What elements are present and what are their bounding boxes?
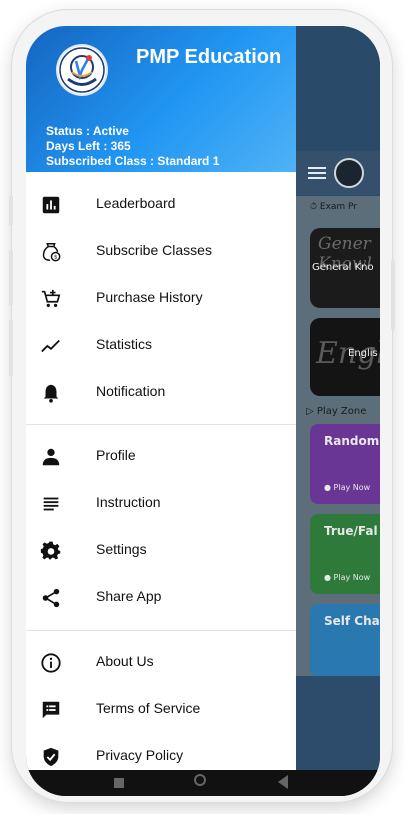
lines-icon xyxy=(43,497,59,511)
exam-prep-heading: ⏱ Exam Pr xyxy=(310,202,358,212)
play-now-link[interactable]: ● Play Now xyxy=(324,573,370,582)
play-card[interactable]: Random ● Play Now xyxy=(310,424,380,504)
device-screen: ⏱ Exam Pr Gener Knowl General Kno Engl E… xyxy=(26,26,380,796)
menu-label: Terms of Service xyxy=(96,700,201,716)
menu-item-profile[interactable]: Profile xyxy=(26,435,296,479)
volume-button xyxy=(9,250,13,306)
play-card-title: True/Fal xyxy=(324,524,378,538)
menu-label: Statistics xyxy=(96,336,153,352)
days-left-line: Days Left : 365 xyxy=(46,139,131,153)
power-button xyxy=(391,260,395,330)
menu-label: Share App xyxy=(96,588,162,604)
english-card[interactable]: Engl Englis xyxy=(310,318,380,396)
menu-label: About Us xyxy=(96,653,154,669)
play-card-title: Self Cha xyxy=(324,614,380,628)
message-list-icon xyxy=(42,701,60,719)
card-title: Englis xyxy=(348,348,378,359)
menu-item-leaderboard[interactable]: Leaderboard xyxy=(26,183,296,227)
person-icon xyxy=(42,448,60,466)
menu-icon[interactable] xyxy=(308,167,326,179)
general-knowledge-card[interactable]: Gener Knowl General Kno xyxy=(310,228,380,308)
bell-icon xyxy=(43,384,59,403)
menu-item-settings[interactable]: Settings xyxy=(26,529,296,573)
menu-label: Settings xyxy=(96,541,147,557)
menu-item-terms-of-service[interactable]: Terms of Service xyxy=(26,688,296,732)
menu-label: Leaderboard xyxy=(96,195,176,211)
share-icon xyxy=(42,588,60,608)
menu-item-about-us[interactable]: About Us xyxy=(26,641,296,685)
menu-divider xyxy=(26,424,296,425)
menu-item-subscribe-classes[interactable]: $ Subscribe Classes xyxy=(26,230,296,274)
play-now-link[interactable]: ● Play Now xyxy=(324,483,370,492)
svg-text:$: $ xyxy=(54,255,58,261)
recents-button[interactable] xyxy=(114,778,124,788)
menu-label: Profile xyxy=(96,447,136,463)
logo-emblem-icon xyxy=(59,47,105,93)
card-title: General Kno xyxy=(312,262,374,273)
menu-item-purchase-history[interactable]: Purchase History xyxy=(26,277,296,321)
volume-button xyxy=(9,196,13,226)
menu-divider xyxy=(26,630,296,631)
status-line: Status : Active xyxy=(46,124,129,138)
brand-name: PMP Education xyxy=(136,46,282,68)
clock-icon: ⏱ xyxy=(310,202,318,212)
menu-item-instruction[interactable]: Instruction xyxy=(26,482,296,526)
menu-label: Instruction xyxy=(96,494,161,510)
subscribe-classes-icon: $ xyxy=(42,243,61,262)
volume-button xyxy=(9,320,13,376)
play-card[interactable]: Self Cha xyxy=(310,604,380,676)
subscription-status: Status : Active Days Left : 365 Subscrib… xyxy=(46,124,219,169)
menu-item-share-app[interactable]: Share App xyxy=(26,576,296,620)
system-navigation-bar xyxy=(26,770,380,796)
drawer-header: PMP Education Status : Active Days Left … xyxy=(26,26,296,172)
background-app: ⏱ Exam Pr Gener Knowl General Kno Engl E… xyxy=(296,26,380,796)
home-button[interactable] xyxy=(194,774,206,786)
info-icon xyxy=(41,653,61,673)
brand-logo xyxy=(58,46,106,94)
menu-label: Purchase History xyxy=(96,289,203,305)
navigation-drawer: PMP Education Status : Active Days Left … xyxy=(26,26,296,770)
cart-icon xyxy=(41,289,61,308)
menu-label: Subscribe Classes xyxy=(96,242,212,258)
avatar[interactable] xyxy=(334,158,364,188)
play-outline-icon: ▷ xyxy=(306,406,314,417)
trend-line-icon xyxy=(41,339,60,353)
play-card-title: Random xyxy=(324,434,380,448)
shield-check-icon xyxy=(43,747,59,767)
leaderboard-icon xyxy=(42,196,60,214)
gear-icon xyxy=(40,541,61,560)
play-card[interactable]: True/Fal ● Play Now xyxy=(310,514,380,594)
play-zone-heading: ▷ Play Zone xyxy=(306,406,367,417)
menu-label: Notification xyxy=(96,383,166,399)
menu-item-notification[interactable]: Notification xyxy=(26,371,296,415)
subscribed-class-line: Subscribed Class : Standard 1 xyxy=(46,154,220,168)
back-button[interactable] xyxy=(278,775,288,789)
menu-item-statistics[interactable]: Statistics xyxy=(26,324,296,368)
menu-label: Privacy Policy xyxy=(96,747,184,763)
